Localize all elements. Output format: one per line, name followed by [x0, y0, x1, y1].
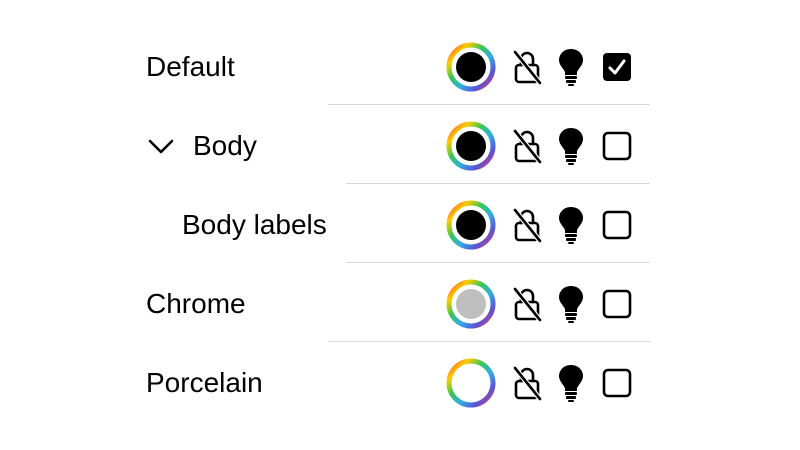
lock-slash-icon[interactable] — [510, 206, 544, 244]
row-divider — [346, 183, 650, 184]
swatch-fill — [456, 130, 486, 161]
layer-row-body[interactable]: Body — [0, 106, 800, 185]
lock-slash-icon[interactable] — [510, 285, 544, 323]
checkbox-icon[interactable] — [601, 51, 633, 83]
swatch-fill — [456, 367, 486, 398]
layer-label: Porcelain — [146, 366, 263, 398]
color-picker-icon[interactable] — [446, 279, 496, 329]
color-picker-icon[interactable] — [446, 358, 496, 408]
swatch-fill — [456, 51, 486, 82]
lightbulb-icon[interactable] — [556, 284, 586, 324]
checkbox-icon[interactable] — [601, 367, 633, 399]
layer-label: Body — [193, 129, 257, 161]
checkbox-icon[interactable] — [601, 288, 633, 320]
layer-row-body-labels[interactable]: Body labels — [0, 185, 800, 264]
layer-label: Chrome — [146, 287, 246, 319]
row-divider — [328, 104, 650, 105]
layer-row-porcelain[interactable]: Porcelain — [0, 343, 800, 422]
row-divider — [328, 341, 650, 342]
swatch-fill — [456, 288, 486, 319]
checkbox-icon[interactable] — [601, 209, 633, 241]
lock-slash-icon[interactable] — [510, 48, 544, 86]
layer-label: Default — [146, 50, 235, 82]
lightbulb-icon[interactable] — [556, 126, 586, 166]
color-picker-icon[interactable] — [446, 42, 496, 92]
layer-row-chrome[interactable]: Chrome — [0, 264, 800, 343]
lightbulb-icon[interactable] — [556, 47, 586, 87]
color-picker-icon[interactable] — [446, 121, 496, 171]
color-picker-icon[interactable] — [446, 200, 496, 250]
swatch-fill — [456, 209, 486, 240]
lightbulb-icon[interactable] — [556, 205, 586, 245]
chevron-down-icon[interactable] — [146, 136, 176, 156]
checkbox-icon[interactable] — [601, 130, 633, 162]
lock-slash-icon[interactable] — [510, 364, 544, 402]
row-divider — [346, 262, 650, 263]
lock-slash-icon[interactable] — [510, 127, 544, 165]
layer-row-default[interactable]: Default — [0, 27, 800, 106]
lightbulb-icon[interactable] — [556, 363, 586, 403]
layer-label: Body labels — [182, 208, 327, 240]
